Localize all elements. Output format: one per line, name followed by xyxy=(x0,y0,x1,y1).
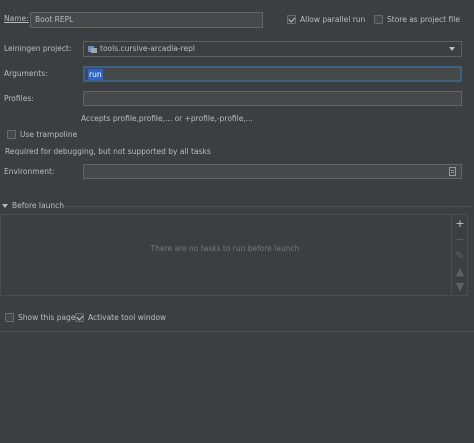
move-down-icon[interactable]: ▼ xyxy=(454,281,466,293)
browse-icon[interactable] xyxy=(449,167,456,176)
arguments-input[interactable]: run xyxy=(83,66,462,82)
arguments-value: run xyxy=(88,69,103,80)
project-select[interactable]: tools.cursive-arcadia-repl xyxy=(83,41,462,57)
show-page-label: Show this page xyxy=(18,313,76,322)
activate-tool-label: Activate tool window xyxy=(88,313,167,322)
before-launch-header[interactable]: Before launch xyxy=(0,200,474,212)
task-toolbar: + − ✎ ▲ ▼ xyxy=(451,215,467,295)
store-project-label: Store as project file xyxy=(387,15,460,24)
profiles-input[interactable] xyxy=(83,91,462,106)
name-input[interactable]: Boot REPL xyxy=(30,12,263,28)
module-icon xyxy=(88,45,97,53)
project-label: Leiningen project: xyxy=(4,44,72,53)
show-page-checkbox[interactable] xyxy=(5,313,14,322)
environment-label: Environment: xyxy=(4,167,55,176)
tasks-empty-text: There are no tasks to run before launch xyxy=(150,244,300,253)
allow-parallel-checkbox[interactable] xyxy=(287,15,296,24)
separator-line xyxy=(64,206,472,207)
name-value: Boot REPL xyxy=(35,15,74,24)
project-value: tools.cursive-arcadia-repl xyxy=(100,44,195,53)
allow-parallel-label: Allow parallel run xyxy=(300,15,366,24)
before-launch-panel[interactable]: There are no tasks to run before launch … xyxy=(0,214,468,296)
trampoline-label: Use trampoline xyxy=(20,130,78,139)
move-up-icon[interactable]: ▲ xyxy=(454,266,466,278)
profiles-hint: Accepts profile,profile,... or +profile,… xyxy=(81,114,253,123)
trampoline-note: Required for debugging, but not supporte… xyxy=(5,147,211,156)
before-launch-label: Before launch xyxy=(12,201,64,210)
trampoline-checkbox[interactable] xyxy=(7,130,16,139)
chevron-down-icon[interactable] xyxy=(449,47,455,51)
add-icon[interactable]: + xyxy=(454,218,466,230)
environment-input[interactable] xyxy=(83,164,462,179)
bottom-divider xyxy=(0,331,474,332)
profiles-label: Profiles: xyxy=(4,94,34,103)
name-label: Name: xyxy=(4,14,29,23)
chevron-down-icon[interactable] xyxy=(2,204,8,208)
remove-icon[interactable]: − xyxy=(454,234,466,246)
edit-icon[interactable]: ✎ xyxy=(454,250,466,262)
activate-tool-checkbox[interactable] xyxy=(75,313,84,322)
store-project-checkbox[interactable] xyxy=(374,15,383,24)
arguments-label: Arguments: xyxy=(4,69,48,78)
